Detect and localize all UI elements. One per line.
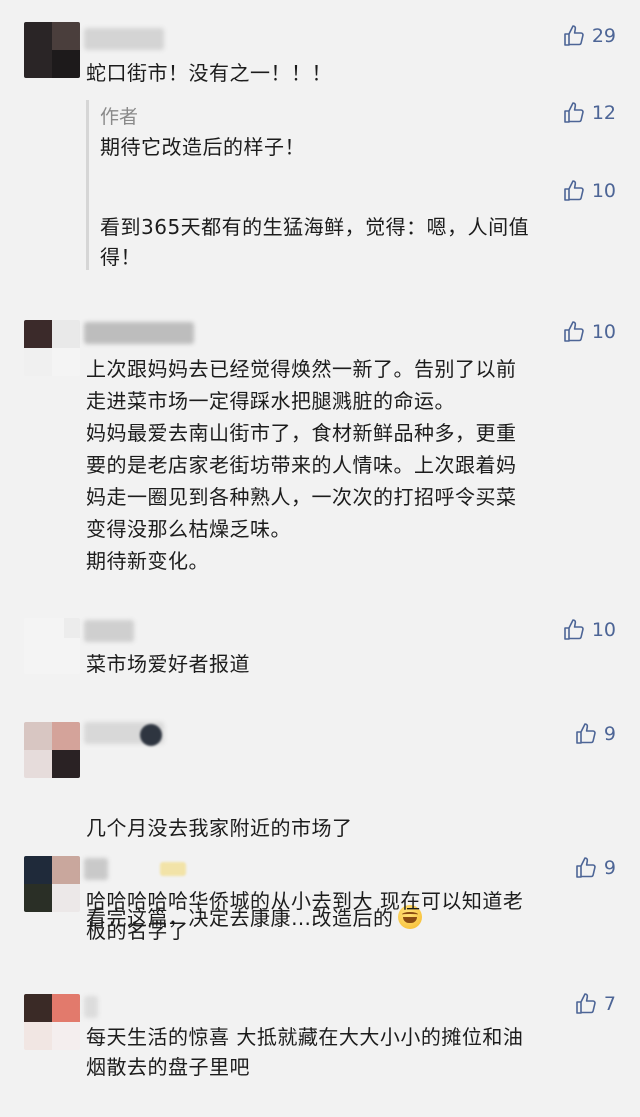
like-button[interactable]: 29 <box>562 24 616 48</box>
thumbs-up-icon <box>564 102 584 123</box>
like-button[interactable]: 7 <box>574 992 616 1016</box>
avatar[interactable] <box>24 22 80 78</box>
like-count: 10 <box>591 619 616 641</box>
like-button[interactable]: 10 <box>562 179 616 203</box>
reply-divider <box>86 100 89 270</box>
like-count: 29 <box>591 25 616 47</box>
like-button[interactable]: 9 <box>574 722 616 746</box>
nickname-blurred <box>84 620 134 642</box>
like-button[interactable]: 12 <box>562 101 616 125</box>
thumbs-up-icon <box>564 321 584 342</box>
like-count: 7 <box>603 993 616 1015</box>
comment-text: 菜市场爱好者报道 <box>86 652 250 676</box>
comment-text: 上次跟妈妈去已经觉得焕然一新了。告别了以前 走进菜市场一定得踩水把腿溅脏的命运。… <box>86 357 517 573</box>
avatar[interactable] <box>24 618 80 674</box>
like-button[interactable]: 10 <box>562 320 616 344</box>
like-count: 10 <box>591 180 616 202</box>
like-count: 9 <box>603 857 616 879</box>
thumbs-up-icon <box>576 723 596 744</box>
thumbs-up-icon <box>564 180 584 201</box>
avatar[interactable] <box>24 994 80 1050</box>
comment-text-line: 几个月没去我家附近的市场了 <box>86 816 353 840</box>
avatar[interactable] <box>24 722 80 778</box>
thumbs-up-icon <box>576 993 596 1014</box>
reply-text: 看到365天都有的生猛海鲜，觉得：嗯，人间值 得！ <box>100 215 530 269</box>
thumbs-up-icon <box>564 25 584 46</box>
avatar[interactable] <box>24 320 80 376</box>
comment-text: 哈哈哈哈哈华侨城的从小去到大 现在可以知道老 板的名字了 <box>86 889 524 943</box>
like-count: 12 <box>591 102 616 124</box>
nickname-emoji-blurred <box>160 862 186 876</box>
comment-text: 每天生活的惊喜 大抵就藏在大大小小的摊位和油 烟散去的盘子里吧 <box>86 1025 524 1079</box>
reply-text: 期待它改造后的样子！ <box>100 135 305 159</box>
thumbs-up-icon <box>564 619 584 640</box>
nickname-emoji-blurred <box>140 724 162 746</box>
avatar[interactable] <box>24 856 80 912</box>
author-tag: 作者 <box>100 106 139 128</box>
thumbs-up-icon <box>576 857 596 878</box>
nickname-blurred <box>84 322 194 344</box>
like-count: 9 <box>603 723 616 745</box>
like-button[interactable]: 9 <box>574 856 616 880</box>
like-count: 10 <box>591 321 616 343</box>
nickname-blurred <box>84 858 108 880</box>
nickname-blurred <box>84 28 164 50</box>
nickname-blurred <box>84 996 98 1018</box>
comment-text: 蛇口街市！没有之一！！！ <box>86 61 332 85</box>
like-button[interactable]: 10 <box>562 618 616 642</box>
